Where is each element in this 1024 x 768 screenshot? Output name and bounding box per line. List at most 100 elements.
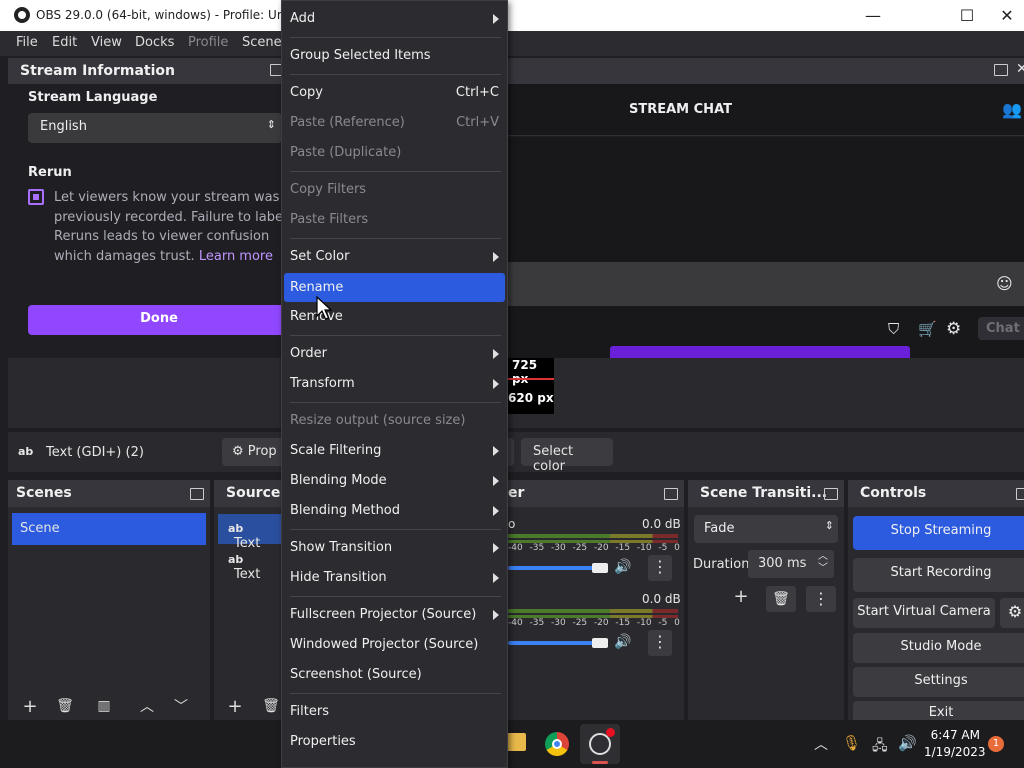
text-source-icon: ab xyxy=(228,522,244,535)
clock-time[interactable]: 6:47 AM xyxy=(928,728,980,742)
meter-scale: -40 -35 -30 -25 -20 -15 -10 -5 0 xyxy=(508,618,680,628)
menu-hide-transition[interactable]: Hide Transition xyxy=(284,565,505,591)
menu-windowed-projector[interactable]: Windowed Projector (Source) xyxy=(284,632,505,658)
move-down-icon[interactable]: ﹀ xyxy=(168,696,194,720)
scene-item[interactable]: Scene xyxy=(12,513,206,545)
users-icon[interactable]: 👥 xyxy=(1002,100,1022,119)
menu-scale-filtering[interactable]: Scale Filtering xyxy=(284,438,505,464)
transition-select[interactable]: Fade ⇕ xyxy=(694,515,838,543)
track-name: o xyxy=(508,517,516,531)
cart-icon[interactable]: 🛒 xyxy=(918,320,937,338)
menu-separator xyxy=(290,37,501,38)
menu-scene[interactable]: Scene xyxy=(242,35,282,50)
emoji-icon[interactable]: ☺ xyxy=(996,274,1013,293)
network-icon[interactable]: 🖧 xyxy=(872,735,888,759)
properties-button[interactable]: ⚙ Prop xyxy=(222,438,288,466)
menu-transform[interactable]: Transform xyxy=(284,371,505,397)
maximize-icon[interactable]: ☐ xyxy=(944,0,990,31)
volume-slider-handle[interactable] xyxy=(592,563,608,573)
notification-badge[interactable]: 1 xyxy=(988,736,1004,752)
undock-icon[interactable] xyxy=(994,64,1008,76)
remove-transition-icon[interactable]: 🗑 xyxy=(766,586,796,612)
menu-properties[interactable]: Properties xyxy=(284,729,505,755)
add-transition-button[interactable]: + xyxy=(728,586,754,610)
volume-slider[interactable] xyxy=(508,641,602,645)
exit-button[interactable]: Exit xyxy=(853,701,1024,720)
select-color-button[interactable]: Select color xyxy=(521,438,613,474)
menu-edit[interactable]: Edit xyxy=(52,35,77,50)
undock-icon[interactable] xyxy=(664,488,678,500)
start-virtual-camera-button[interactable]: Start Virtual Camera xyxy=(853,598,995,628)
remove-scene-icon[interactable]: 🗑 xyxy=(52,698,78,722)
menu-separator xyxy=(290,693,501,694)
submenu-arrow-icon xyxy=(493,349,499,359)
scene-filters-icon[interactable]: ▥ xyxy=(91,698,117,722)
volume-meter xyxy=(508,609,678,613)
gear-icon[interactable]: ⚙ xyxy=(946,319,961,339)
undock-icon[interactable] xyxy=(824,488,838,500)
add-scene-button[interactable]: + xyxy=(17,696,43,720)
stream-language-select[interactable]: English ⇕ xyxy=(28,113,282,143)
move-up-icon[interactable]: ︿ xyxy=(134,696,160,720)
show-hidden-icons-icon[interactable]: ︿ xyxy=(814,734,828,754)
speaker-icon[interactable]: 🔊 xyxy=(614,634,631,650)
menu-file[interactable]: File xyxy=(16,35,38,50)
rerun-text-line: which damages trust. xyxy=(54,248,195,264)
spinner-icon[interactable]: ︿ ﹀ xyxy=(818,551,828,575)
menu-blending-mode[interactable]: Blending Mode xyxy=(284,468,505,494)
volume-meter xyxy=(508,534,678,538)
menu-profile[interactable]: Profile xyxy=(188,35,228,50)
menu-screenshot[interactable]: Screenshot (Source) xyxy=(284,662,505,688)
add-source-button[interactable]: + xyxy=(222,696,248,720)
done-button[interactable]: Done xyxy=(28,305,290,335)
undock-icon[interactable] xyxy=(1016,488,1024,500)
minimize-icon[interactable]: — xyxy=(850,0,896,31)
rerun-checkbox[interactable] xyxy=(28,189,44,205)
more-options-icon[interactable]: ⋮ xyxy=(648,555,672,581)
shield-icon[interactable]: ⛉ xyxy=(888,320,899,338)
meter-scale: -40 -35 -30 -25 -20 -15 -10 -5 0 xyxy=(508,543,680,553)
menu-copy[interactable]: Copy Ctrl+C xyxy=(284,80,505,106)
menu-docks[interactable]: Docks xyxy=(135,35,174,50)
shortcut-label: Ctrl+C xyxy=(455,85,499,100)
scale-tick: -25 xyxy=(572,618,588,628)
menu-group-selected[interactable]: Group Selected Items xyxy=(284,43,505,69)
menu-label: Blending Mode xyxy=(290,473,387,488)
scenes-dock: Scenes Scene + 🗑 ▥ ︿ ﹀ xyxy=(8,480,210,720)
volume-slider[interactable] xyxy=(508,566,602,570)
close-icon[interactable]: ✕ xyxy=(1016,61,1024,77)
chat-button[interactable]: Chat xyxy=(978,317,1024,340)
speaker-icon[interactable]: 🔊 xyxy=(614,559,631,575)
undock-icon[interactable] xyxy=(190,488,204,500)
more-options-icon[interactable]: ⋮ xyxy=(648,630,672,656)
clock-date[interactable]: 1/19/2023 xyxy=(924,745,986,759)
close-icon[interactable]: ✕ xyxy=(990,0,1024,31)
obs-taskbar-button[interactable] xyxy=(580,724,620,764)
studio-mode-button[interactable]: Studio Mode xyxy=(853,633,1024,663)
learn-more-link[interactable]: Learn more xyxy=(199,249,273,264)
menu-view[interactable]: View xyxy=(91,35,122,50)
menu-filters[interactable]: Filters xyxy=(284,699,505,725)
stop-streaming-button[interactable]: Stop Streaming xyxy=(853,516,1024,550)
menu-order[interactable]: Order xyxy=(284,341,505,367)
settings-button[interactable]: Settings xyxy=(853,667,1024,697)
chrome-icon[interactable] xyxy=(545,732,569,756)
microphone-icon[interactable]: 🎙 xyxy=(842,734,861,752)
volume-icon[interactable]: 🔊 xyxy=(898,734,917,752)
transition-options-icon[interactable]: ⋮ xyxy=(806,586,836,612)
chat-input[interactable]: ☺ xyxy=(508,262,1024,306)
rerun-text-line: Reruns leads to viewer confusion xyxy=(54,229,270,244)
volume-slider-handle[interactable] xyxy=(592,638,608,648)
menu-set-color[interactable]: Set Color xyxy=(284,244,505,270)
file-explorer-icon[interactable] xyxy=(506,733,526,751)
preview-area[interactable]: 725 px 620 px xyxy=(8,358,1024,428)
duration-input[interactable]: 300 ms ︿ ﹀ xyxy=(748,550,834,578)
menu-fullscreen-projector[interactable]: Fullscreen Projector (Source) xyxy=(284,602,505,628)
menu-show-transition[interactable]: Show Transition xyxy=(284,535,505,561)
source-item[interactable]: ab Text xyxy=(218,546,284,582)
gear-icon[interactable]: ⚙ xyxy=(1000,598,1024,628)
source-item[interactable]: ab Text xyxy=(218,514,284,551)
menu-add[interactable]: Add xyxy=(284,6,505,32)
start-recording-button[interactable]: Start Recording xyxy=(853,558,1024,592)
menu-blending-method[interactable]: Blending Method xyxy=(284,498,505,524)
